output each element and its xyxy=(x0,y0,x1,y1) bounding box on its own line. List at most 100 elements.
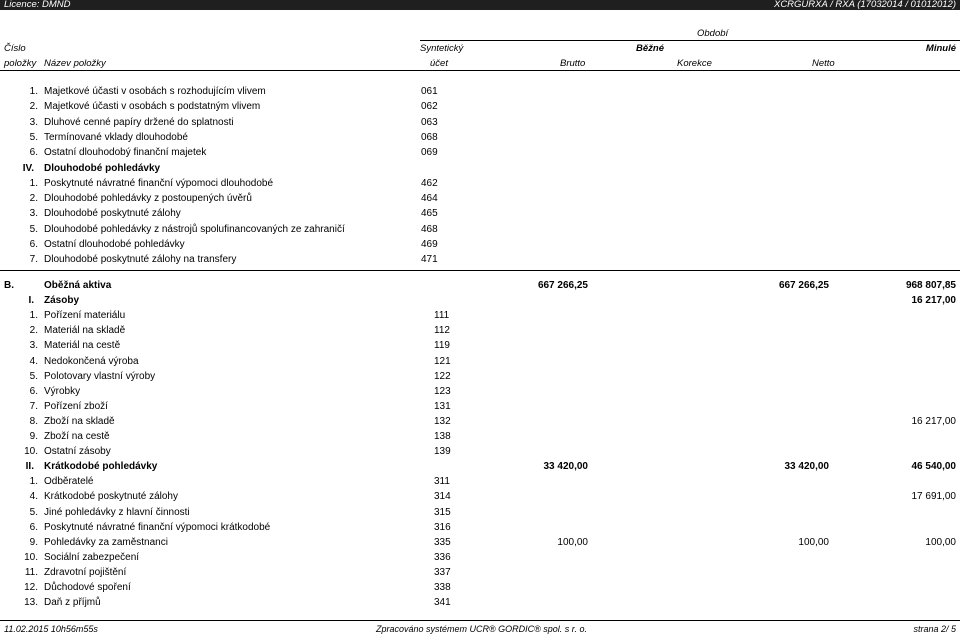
table-row: I. Zásoby 16 217,00 xyxy=(0,293,960,308)
row-name: Důchodové spoření xyxy=(44,582,131,593)
header-brutto: Brutto xyxy=(560,58,586,69)
table-row: 3. Dlouhodobé poskytnuté zálohy 465 xyxy=(0,206,960,221)
row-account: 468 xyxy=(421,223,438,235)
value-minule: 46 540,00 xyxy=(911,461,957,473)
footer-date: 11.02.2015 10h56m55s xyxy=(4,624,98,634)
row-account: 131 xyxy=(434,400,451,412)
row-account: 063 xyxy=(421,116,438,128)
row-name: Pořízení materiálu xyxy=(44,310,126,322)
table-row: 3. Materiál na cestě 119 xyxy=(0,338,960,353)
table-row: 2. Dlouhodobé pohledávky z postoupených ú… xyxy=(0,191,960,206)
row-name: Krátkodobé poskytnuté zálohy xyxy=(44,491,178,503)
title-bar: Licence: DMND XCRGURXA / RXA (17032014 /… xyxy=(0,0,960,10)
value-minule: 968 807,85 xyxy=(905,280,956,291)
row-number: 6. xyxy=(29,239,38,250)
header-korekce: Korekce xyxy=(677,58,712,69)
table-row: 1. Pořízení materiálu 111 xyxy=(0,308,960,323)
row-account: 112 xyxy=(434,325,450,337)
header-bezne: Běžné xyxy=(636,43,664,54)
row-account: 139 xyxy=(434,446,451,458)
row-account: 336 xyxy=(434,551,451,563)
row-number: 5. xyxy=(29,223,38,235)
table-row: 10. Sociální zabezpečení 336 xyxy=(0,550,960,565)
row-number: 6. xyxy=(29,147,38,159)
row-account: 069 xyxy=(421,147,438,159)
row-number: 9. xyxy=(29,431,38,442)
table-row: 13. Daň z příjmů 341 xyxy=(0,595,960,610)
row-number: I. xyxy=(28,295,34,307)
row-name: Majetkové účasti v osobách s podstatným … xyxy=(44,101,261,113)
header-syntet: Syntetický xyxy=(420,43,464,54)
row-name: Majetkové účasti v osobách s rozhodující… xyxy=(44,86,266,97)
row-account: 469 xyxy=(421,239,438,250)
row-number: 4. xyxy=(29,355,38,367)
value-brutto: 33 420,00 xyxy=(543,461,589,473)
value-minule: 17 691,00 xyxy=(911,491,957,503)
table-row: 7. Dlouhodobé poskytnuté zálohy na transf… xyxy=(0,252,960,267)
row-name: Dlouhodobé pohledávky xyxy=(44,162,161,174)
table-row: 1. Majetkové účasti v osobách s rozhodují… xyxy=(0,84,960,99)
row-account: 311 xyxy=(434,476,450,488)
row-number: 1. xyxy=(29,86,38,97)
table-row: 5. Dlouhodobé pohledávky z nástrojů spolu… xyxy=(0,222,960,237)
row-number: II. xyxy=(25,461,34,473)
row-name: Zásoby xyxy=(44,295,80,307)
header-ucet: účet xyxy=(430,58,448,69)
table-row: B. Oběžná aktiva 667 266,25 667 266,25 968 8… xyxy=(0,278,960,293)
row-name: Dlouhodobé poskytnuté zálohy na transfer… xyxy=(44,254,237,266)
row-account: 132 xyxy=(434,415,451,427)
row-number: 3. xyxy=(29,208,38,220)
table-row: 2. Materiál na skladě 112 xyxy=(0,323,960,338)
row-name: Polotovary vlastní výroby xyxy=(44,370,156,382)
row-account: 068 xyxy=(421,131,438,143)
footer-page: strana 2/ 5 xyxy=(913,624,956,634)
row-number: 1. xyxy=(29,476,38,488)
header-nazev: Název položky xyxy=(44,58,106,69)
table-row: 6. Ostatní dlouhodobý finanční majetek 069 xyxy=(0,145,960,160)
table-row: 1. Poskytnuté návratné finanční výpomoci … xyxy=(0,176,960,191)
row-name: Pořízení zboží xyxy=(44,400,108,412)
row-name: Odběratelé xyxy=(44,476,94,488)
table-row: 6. Ostatní dlouhodobé pohledávky 469 xyxy=(0,237,960,252)
row-name: Dlouhodobé pohledávky z nástrojů spolufi… xyxy=(44,223,345,235)
row-number: 3. xyxy=(29,340,38,352)
value-minule: 16 217,00 xyxy=(911,415,957,427)
header-minule: Minulé xyxy=(925,43,956,54)
value-brutto: 667 266,25 xyxy=(537,280,588,291)
row-number: 5. xyxy=(29,370,38,382)
row-account: 341 xyxy=(434,597,451,609)
section-divider xyxy=(0,270,960,271)
row-number: 1. xyxy=(29,310,38,322)
row-account: 337 xyxy=(434,566,451,578)
row-number: IV. xyxy=(22,162,34,174)
footer-processed: Zpracováno systémem UCR® GORDIC® spol. s… xyxy=(376,624,587,634)
table-row: II. Krátkodobé pohledávky 33 420,00 33 420,… xyxy=(0,459,960,474)
table-row: 5. Polotovary vlastní výroby 122 xyxy=(0,369,960,384)
row-name: Jiné pohledávky z hlavní činnosti xyxy=(44,506,190,518)
table-row: 4. Nedokončená výroba 121 xyxy=(0,354,960,369)
row-account: 335 xyxy=(434,536,451,548)
row-number: B. xyxy=(4,280,14,291)
row-account: 471 xyxy=(421,254,438,266)
row-account: 138 xyxy=(434,431,451,442)
row-number: 5. xyxy=(29,131,38,143)
row-account: 119 xyxy=(434,340,450,352)
row-name: Sociální zabezpečení xyxy=(44,551,140,563)
row-name: Materiál na skladě xyxy=(44,325,126,337)
table-row: 6. Výrobky 123 xyxy=(0,384,960,399)
row-name: Termínované vklady dlouhodobé xyxy=(44,131,188,143)
row-account: 122 xyxy=(434,370,451,382)
row-name: Ostatní zásoby xyxy=(44,446,111,458)
row-account: 462 xyxy=(421,177,438,189)
header-obdobi: Období xyxy=(697,28,729,39)
table-row: 6. Poskytnuté návratné finanční výpomoci … xyxy=(0,520,960,535)
row-account: 111 xyxy=(434,310,450,322)
table-row: 11. Zdravotní pojištění 337 xyxy=(0,565,960,580)
value-brutto: 100,00 xyxy=(557,536,588,548)
row-number: 6. xyxy=(29,385,38,397)
row-number: 3. xyxy=(29,116,38,128)
row-account: 062 xyxy=(421,101,438,113)
header-netto: Netto xyxy=(812,58,835,69)
row-number: 12. xyxy=(24,582,38,593)
row-name: Poskytnuté návratné finanční výpomoci dl… xyxy=(44,177,274,189)
